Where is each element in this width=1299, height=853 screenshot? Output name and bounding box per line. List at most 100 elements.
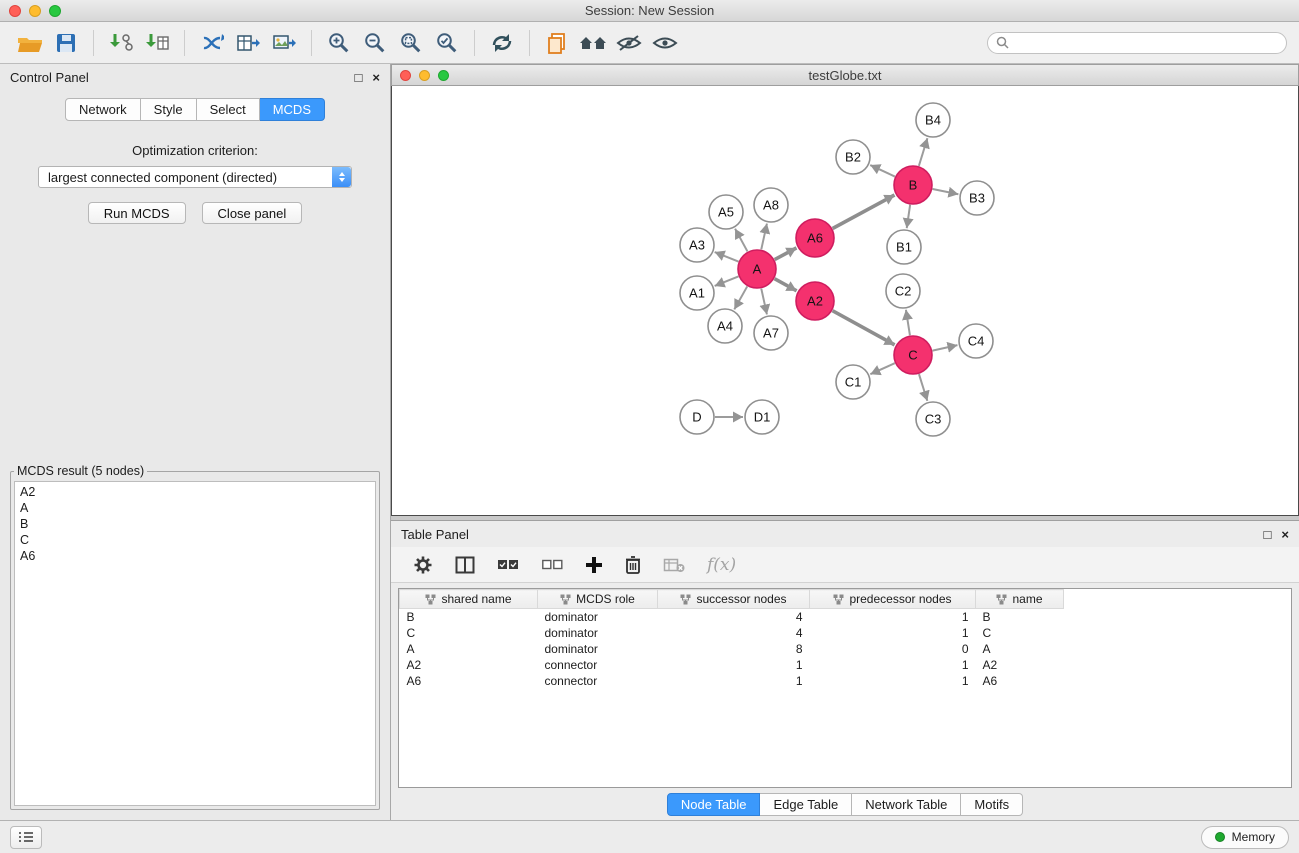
- graph-edge-A6-B[interactable]: [833, 195, 895, 228]
- graph-node-D1[interactable]: D1: [745, 400, 779, 434]
- search-input[interactable]: [1014, 35, 1278, 51]
- deselect-all-button[interactable]: [541, 558, 563, 572]
- table-row[interactable]: A6connector11A6: [400, 673, 1292, 689]
- tab-network[interactable]: Network: [65, 98, 141, 121]
- graph-edge-A2-C[interactable]: [833, 311, 895, 345]
- graph-edge-A-A6[interactable]: [775, 248, 797, 260]
- tab-mcds[interactable]: MCDS: [260, 98, 325, 121]
- delete-table-button[interactable]: [663, 557, 685, 573]
- memory-button[interactable]: Memory: [1201, 826, 1289, 849]
- export-image-button[interactable]: [266, 27, 302, 59]
- tab-motifs[interactable]: Motifs: [961, 793, 1023, 816]
- tab-style[interactable]: Style: [141, 98, 197, 121]
- table-cell[interactable]: 1: [658, 673, 810, 689]
- graph-node-B4[interactable]: B4: [916, 103, 950, 137]
- network-canvas[interactable]: B4B2BB3B1A5A8A6A3AA1A2C2A4A7CC4C1C3DD1: [391, 86, 1299, 516]
- column-header-predecessor-nodes[interactable]: predecessor nodes: [810, 590, 976, 609]
- table-row[interactable]: Bdominator41B: [400, 609, 1292, 625]
- hide-graphics-details-button[interactable]: [611, 27, 647, 59]
- graph-node-C4[interactable]: C4: [959, 324, 993, 358]
- export-table-button[interactable]: [230, 27, 266, 59]
- table-cell[interactable]: A: [976, 641, 1064, 657]
- graph-edge-A-A8[interactable]: [761, 224, 767, 250]
- table-row[interactable]: Cdominator41C: [400, 625, 1292, 641]
- close-window-button[interactable]: [9, 5, 21, 17]
- table-cell[interactable]: B: [976, 609, 1064, 625]
- table-cell[interactable]: A2: [400, 657, 538, 673]
- node-table-container[interactable]: shared nameMCDS rolesuccessor nodesprede…: [398, 588, 1292, 788]
- mcds-result-item[interactable]: B: [20, 516, 370, 532]
- table-cell[interactable]: dominator: [538, 625, 658, 641]
- graph-edge-B-B3[interactable]: [933, 189, 959, 194]
- open-session-button[interactable]: [12, 27, 48, 59]
- graph-edge-A-A7[interactable]: [761, 289, 767, 315]
- import-network-file-button[interactable]: [103, 27, 139, 59]
- graph-node-B1[interactable]: B1: [887, 230, 921, 264]
- mcds-result-item[interactable]: A2: [20, 484, 370, 500]
- graph-node-B[interactable]: B: [894, 166, 932, 204]
- graph-node-A4[interactable]: A4: [708, 309, 742, 343]
- mcds-result-list[interactable]: A2ABCA6: [14, 481, 376, 806]
- run-mcds-button[interactable]: Run MCDS: [88, 202, 186, 224]
- zoom-fit-button[interactable]: [393, 27, 429, 59]
- tab-network-table[interactable]: Network Table: [852, 793, 961, 816]
- table-cell[interactable]: C: [976, 625, 1064, 641]
- function-builder-button[interactable]: f(x): [707, 555, 736, 575]
- network-zoom-button[interactable]: [438, 70, 449, 81]
- column-header-shared-name[interactable]: shared name: [400, 590, 538, 609]
- graph-node-A[interactable]: A: [738, 250, 776, 288]
- float-table-panel-icon[interactable]: □: [1264, 528, 1272, 541]
- tab-select[interactable]: Select: [197, 98, 260, 121]
- apply-layout-button[interactable]: [484, 27, 520, 59]
- select-all-button[interactable]: [497, 558, 519, 572]
- table-cell[interactable]: A6: [976, 673, 1064, 689]
- toggle-columns-button[interactable]: [455, 556, 475, 574]
- float-panel-icon[interactable]: □: [355, 71, 363, 84]
- graph-node-C2[interactable]: C2: [886, 274, 920, 308]
- table-cell[interactable]: 4: [658, 625, 810, 641]
- graph-edge-C-C2[interactable]: [906, 310, 910, 335]
- graph-node-A1[interactable]: A1: [680, 276, 714, 310]
- show-graphics-details-button[interactable]: [647, 27, 683, 59]
- table-cell[interactable]: C: [400, 625, 538, 641]
- mcds-result-item[interactable]: A6: [20, 548, 370, 564]
- graph-node-B3[interactable]: B3: [960, 181, 994, 215]
- show-overview-button[interactable]: [575, 27, 611, 59]
- column-header-name[interactable]: name: [976, 590, 1064, 609]
- table-row[interactable]: Adominator80A: [400, 641, 1292, 657]
- zoom-selected-button[interactable]: [429, 27, 465, 59]
- tab-edge-table[interactable]: Edge Table: [760, 793, 852, 816]
- graph-edge-A-A1[interactable]: [715, 276, 739, 286]
- graph-edge-C-C3[interactable]: [919, 374, 927, 401]
- graph-node-C3[interactable]: C3: [916, 402, 950, 436]
- zoom-out-button[interactable]: [357, 27, 393, 59]
- graph-edge-B-B2[interactable]: [870, 165, 895, 177]
- graph-edge-A-A4[interactable]: [734, 286, 747, 309]
- delete-column-button[interactable]: [625, 555, 641, 574]
- network-close-button[interactable]: [400, 70, 411, 81]
- graph-node-C1[interactable]: C1: [836, 365, 870, 399]
- table-cell[interactable]: connector: [538, 673, 658, 689]
- graph-edge-A-A3[interactable]: [715, 252, 739, 262]
- table-cell[interactable]: dominator: [538, 609, 658, 625]
- graph-node-A7[interactable]: A7: [754, 316, 788, 350]
- table-cell[interactable]: 1: [810, 673, 976, 689]
- mcds-result-item[interactable]: C: [20, 532, 370, 548]
- import-table-file-button[interactable]: [139, 27, 175, 59]
- graph-node-C[interactable]: C: [894, 336, 932, 374]
- table-cell[interactable]: 1: [810, 625, 976, 641]
- graph-edge-A-A5[interactable]: [735, 229, 747, 252]
- close-panel-icon[interactable]: ×: [372, 71, 380, 84]
- table-cell[interactable]: 1: [810, 657, 976, 673]
- table-cell[interactable]: A6: [400, 673, 538, 689]
- mcds-result-item[interactable]: A: [20, 500, 370, 516]
- criterion-select[interactable]: largest connected component (directed): [38, 166, 352, 188]
- graph-node-D[interactable]: D: [680, 400, 714, 434]
- graph-edge-A-A2[interactable]: [775, 279, 797, 291]
- show-panels-button[interactable]: [10, 826, 42, 849]
- table-cell[interactable]: A: [400, 641, 538, 657]
- zoom-in-button[interactable]: [321, 27, 357, 59]
- save-session-button[interactable]: [48, 27, 84, 59]
- table-cell[interactable]: 4: [658, 609, 810, 625]
- graph-node-A2[interactable]: A2: [796, 282, 834, 320]
